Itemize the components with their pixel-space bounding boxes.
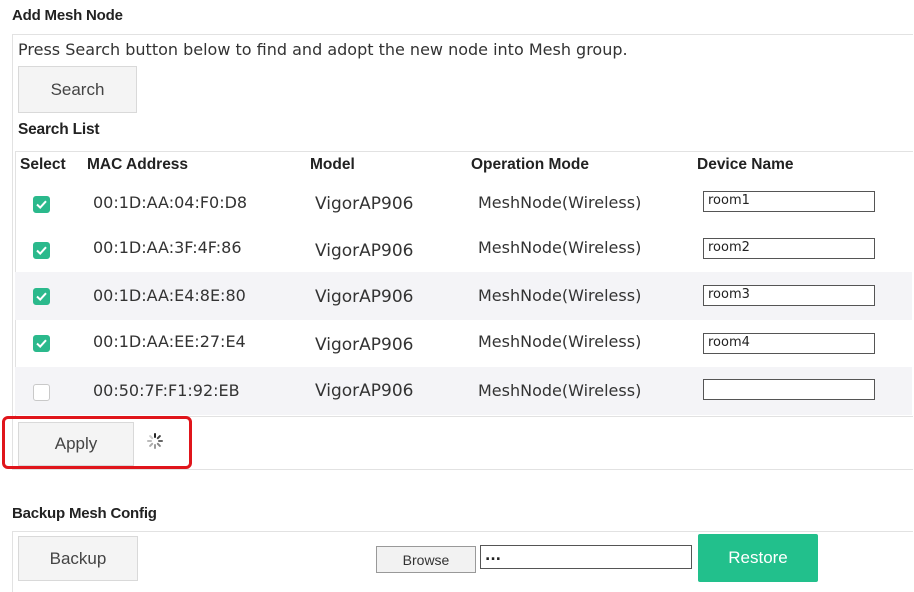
device-name-input[interactable]	[703, 379, 875, 400]
mac-address-cell: 00:50:7F:F1:92:EB	[93, 381, 240, 400]
column-header-select: Select	[20, 156, 66, 173]
row-select-checkbox[interactable]	[33, 384, 50, 401]
model-cell: VigorAP906	[315, 287, 414, 307]
column-header-model: Model	[310, 156, 355, 173]
operation-mode-cell: MeshNode(Wireless)	[478, 332, 642, 351]
table-row: 00:1D:AA:04:F0:D8 VigorAP906 MeshNode(Wi…	[15, 179, 912, 228]
table-row: 00:1D:AA:E4:8E:80 VigorAP906 MeshNode(Wi…	[15, 272, 912, 320]
restore-button[interactable]: Restore	[698, 534, 818, 582]
checkmark-icon	[36, 292, 47, 302]
backup-mesh-config-title: Backup Mesh Config	[12, 505, 157, 522]
model-cell: VigorAP906	[315, 335, 414, 355]
table-row: 00:1D:AA:EE:27:E4 VigorAP906 MeshNode(Wi…	[15, 320, 912, 367]
mac-address-cell: 00:1D:AA:E4:8E:80	[93, 286, 246, 305]
column-header-mac-address: MAC Address	[87, 156, 189, 173]
row-select-checkbox[interactable]	[33, 288, 50, 305]
mac-address-cell: 00:1D:AA:EE:27:E4	[93, 332, 246, 351]
row-select-checkbox[interactable]	[33, 242, 50, 259]
model-cell: VigorAP906	[315, 194, 414, 214]
device-name-input[interactable]: room2	[703, 238, 875, 259]
operation-mode-cell: MeshNode(Wireless)	[478, 381, 642, 400]
browse-button[interactable]: Browse	[376, 546, 476, 573]
row-select-checkbox[interactable]	[33, 335, 50, 352]
checkmark-icon	[36, 200, 47, 210]
backup-button[interactable]: Backup	[18, 536, 138, 581]
add-mesh-node-title: Add Mesh Node	[12, 7, 123, 24]
device-name-input[interactable]: room1	[703, 191, 875, 212]
search-list-title: Search List	[18, 121, 100, 138]
device-name-input[interactable]: room3	[703, 285, 875, 306]
file-path-field[interactable]: ...	[480, 545, 692, 569]
operation-mode-cell: MeshNode(Wireless)	[478, 286, 642, 305]
mac-address-cell: 00:1D:AA:3F:4F:86	[93, 238, 242, 257]
operation-mode-cell: MeshNode(Wireless)	[478, 193, 642, 212]
model-cell: VigorAP906	[315, 241, 414, 261]
mac-address-cell: 00:1D:AA:04:F0:D8	[93, 193, 248, 212]
column-header-device-name: Device Name	[697, 156, 794, 173]
checkmark-icon	[36, 339, 47, 349]
table-row: 00:50:7F:F1:92:EB VigorAP906 MeshNode(Wi…	[15, 367, 912, 415]
search-button[interactable]: Search	[18, 66, 137, 113]
row-select-checkbox[interactable]	[33, 196, 50, 213]
operation-mode-cell: MeshNode(Wireless)	[478, 238, 642, 257]
instruction-text: Press Search button below to find and ad…	[18, 40, 628, 59]
model-cell: VigorAP906	[315, 381, 414, 401]
checkmark-icon	[36, 246, 47, 256]
column-header-operation-mode: Operation Mode	[471, 156, 589, 173]
device-name-input[interactable]: room4	[703, 333, 875, 354]
table-row: 00:1D:AA:3F:4F:86 VigorAP906 MeshNode(Wi…	[15, 228, 912, 277]
apply-highlight-box	[2, 416, 192, 469]
